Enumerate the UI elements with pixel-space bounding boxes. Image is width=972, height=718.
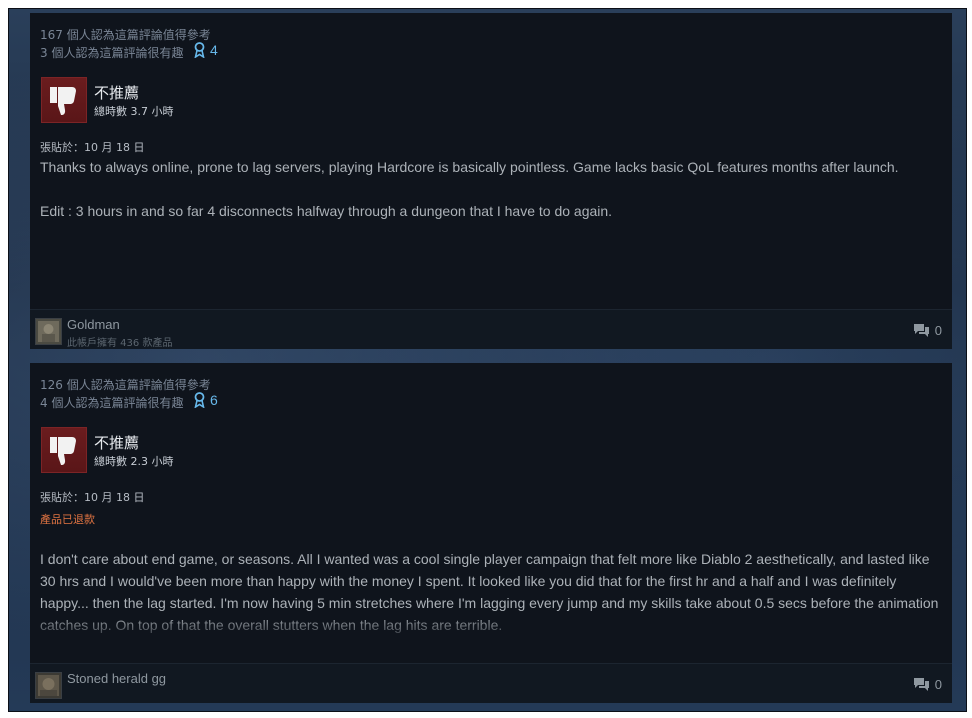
comment-bubble-icon — [913, 324, 929, 337]
award-count: 4 — [210, 42, 218, 58]
refunded-label: 產品已退款 — [40, 513, 95, 526]
review-footer: Stoned herald gg 0 — [30, 663, 952, 703]
posted-date: 張貼於：10 月 18 日 — [40, 491, 145, 504]
products-owned: 此帳戶擁有 436 款產品 — [67, 338, 173, 349]
review-paragraph: Edit : 3 hours in and so far 4 disconnec… — [40, 203, 613, 219]
avatar[interactable] — [35, 318, 62, 345]
helpful-count: 167 個人認為這篇評論值得參考 — [40, 28, 211, 42]
comment-count: 0 — [934, 323, 942, 338]
award-ribbon-icon — [194, 392, 205, 408]
comment-count: 0 — [934, 677, 942, 692]
playtime: 總時數 2.3 小時 — [94, 455, 174, 468]
thumbs-down-icon[interactable] — [41, 77, 87, 123]
comments-button[interactable]: 0 — [913, 323, 942, 338]
playtime: 總時數 3.7 小時 — [94, 105, 174, 118]
recommendation-label: 不推薦 — [94, 434, 140, 452]
recommendation-label: 不推薦 — [94, 84, 140, 102]
review-card: 167 個人認為這篇評論值得參考 3 個人認為這篇評論很有趣 4 不推薦 總時數… — [30, 13, 952, 349]
helpful-count: 126 個人認為這篇評論值得參考 — [40, 378, 211, 392]
funny-count: 3 個人認為這篇評論很有趣 — [40, 46, 184, 60]
award-badge[interactable]: 6 — [193, 392, 218, 408]
review-body: I don't care about end game, or seasons.… — [40, 548, 945, 636]
author-name[interactable]: Stoned herald gg — [67, 671, 166, 686]
thumbs-down-icon[interactable] — [41, 427, 87, 473]
award-badge[interactable]: 4 — [193, 42, 218, 58]
posted-date: 張貼於：10 月 18 日 — [40, 141, 145, 154]
author-name[interactable]: Goldman — [67, 317, 120, 332]
avatar[interactable] — [35, 672, 62, 699]
review-card: 126 個人認為這篇評論值得參考 4 個人認為這篇評論很有趣 6 不推薦 總時數… — [30, 363, 952, 703]
award-ribbon-icon — [194, 42, 205, 58]
award-count: 6 — [210, 392, 218, 408]
reviews-panel: 167 個人認為這篇評論值得參考 3 個人認為這篇評論很有趣 4 不推薦 總時數… — [8, 8, 967, 712]
text-fade — [40, 614, 945, 636]
comment-bubble-icon — [913, 678, 929, 691]
funny-count: 4 個人認為這篇評論很有趣 — [40, 396, 184, 410]
review-footer: Goldman 此帳戶擁有 436 款產品 0 — [30, 309, 952, 349]
comments-button[interactable]: 0 — [913, 677, 942, 692]
review-body: Thanks to always online, prone to lag se… — [40, 156, 945, 222]
review-paragraph: Thanks to always online, prone to lag se… — [40, 159, 899, 175]
